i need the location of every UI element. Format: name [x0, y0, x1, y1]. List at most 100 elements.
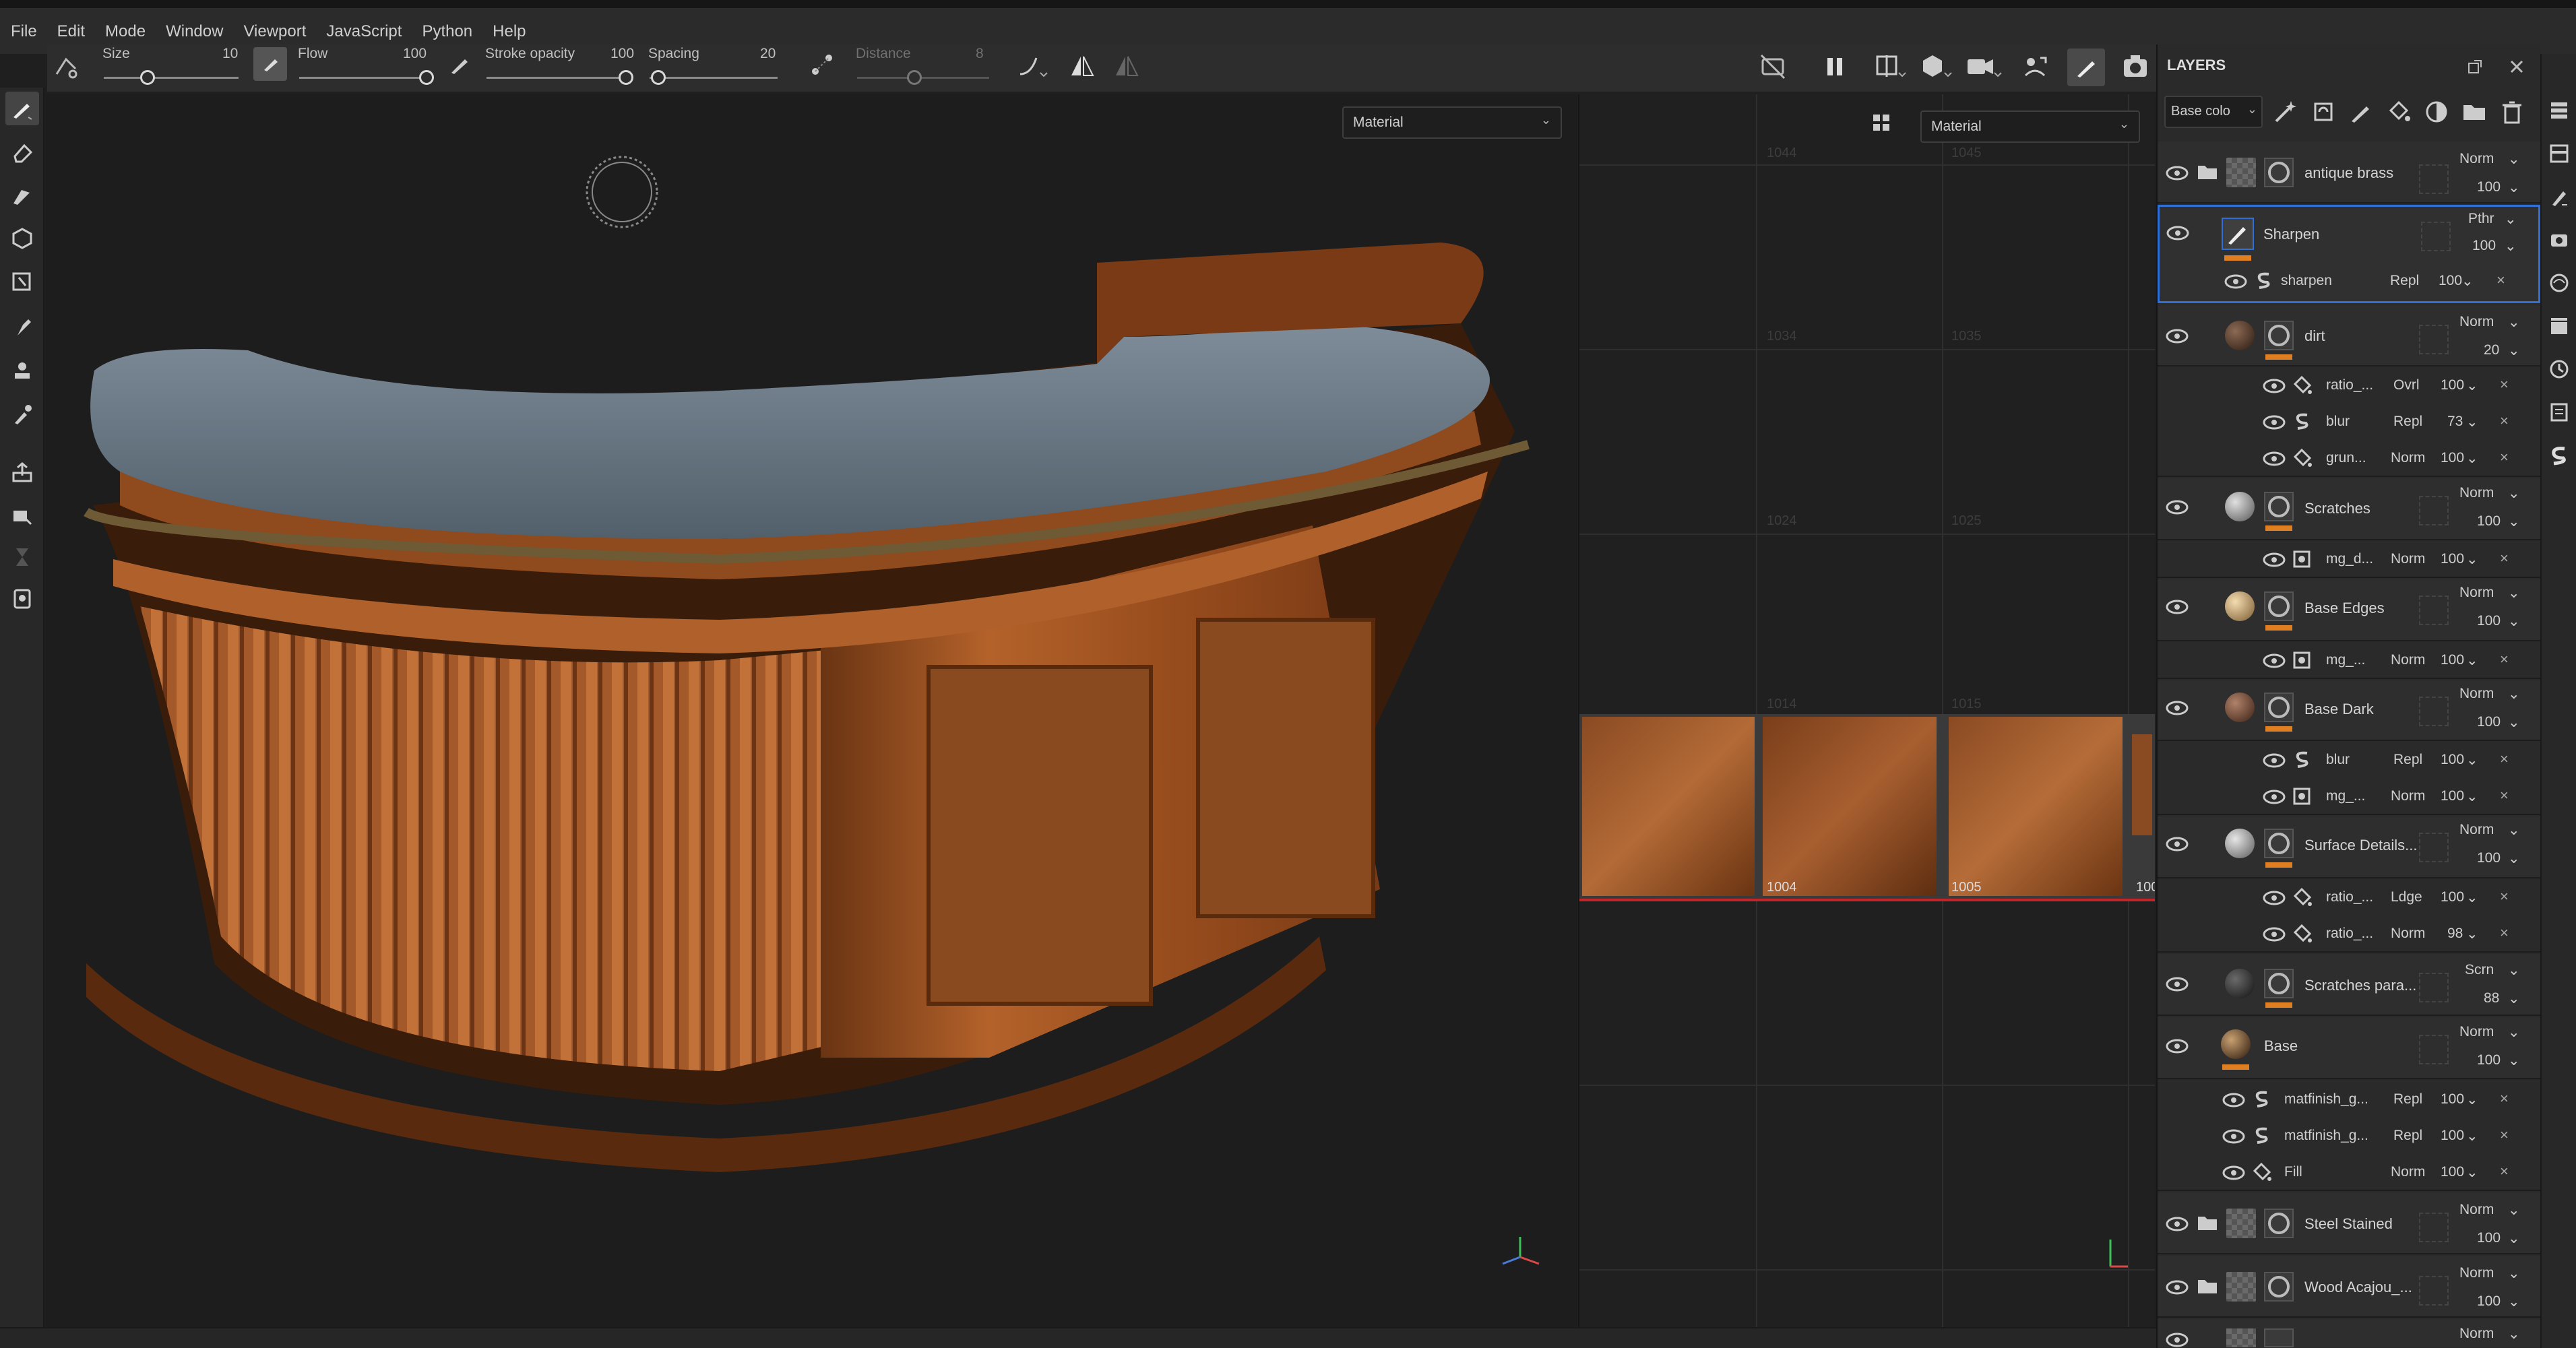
chevron-down-icon[interactable]: ⌄ [2508, 990, 2520, 1007]
blend-mode[interactable]: Norm [2459, 151, 2494, 167]
chevron-down-icon[interactable]: ⌄ [2466, 788, 2478, 805]
flow-pressure-button[interactable] [253, 47, 287, 81]
blend-mode[interactable]: Pthr [2468, 211, 2494, 227]
spacing-value[interactable]: 20 [760, 46, 776, 62]
dock-properties[interactable] [2544, 182, 2574, 212]
effect-name[interactable]: blur [2326, 752, 2350, 768]
effect-opacity[interactable]: 100 [2441, 788, 2464, 804]
menu-viewport[interactable]: Viewport [239, 22, 322, 41]
effect-opacity[interactable]: 100 [2441, 752, 2464, 768]
chevron-down-icon[interactable]: ⌄ [2508, 1326, 2520, 1343]
effect-opacity[interactable]: 100 [2441, 889, 2464, 905]
effect-opacity[interactable]: 100 [2441, 652, 2464, 668]
effect-row[interactable]: mg_d... Norm 100 ⌄ × [2158, 542, 2540, 578]
effect-blend[interactable]: Norm [2391, 926, 2425, 942]
effect-name[interactable]: mg_... [2326, 652, 2365, 668]
layer-name[interactable]: Sharpen [2263, 226, 2319, 243]
blend-mode[interactable]: Norm [2459, 1265, 2494, 1281]
eye-icon[interactable] [2166, 166, 2189, 181]
eye-icon[interactable] [2263, 927, 2286, 942]
remove-effect-icon[interactable]: × [2500, 412, 2509, 430]
delete-layer-icon[interactable] [2499, 98, 2525, 125]
layer-name[interactable]: Steel Stained [2304, 1215, 2393, 1233]
chevron-down-icon[interactable]: ⌄ [2505, 238, 2517, 255]
effect-name[interactable]: matfinish_g... [2284, 1091, 2368, 1108]
viewport-2d-uv[interactable]: 1044 1045 1034 1035 1024 1025 1014 1015 … [1578, 94, 2155, 1327]
effect-row[interactable]: ratio_... Ovrl 100 ⌄ × [2158, 368, 2540, 404]
chevron-down-icon[interactable]: ⌄ [2508, 1202, 2520, 1219]
lighting-rotate-icon[interactable] [2021, 53, 2050, 81]
uv-grid-icon[interactable] [1871, 112, 1897, 139]
eye-icon[interactable] [2166, 1280, 2189, 1295]
layer-name[interactable]: Scratches para... [2304, 977, 2416, 994]
eye-icon[interactable] [2263, 415, 2286, 430]
layer-row[interactable]: Base Norm ⌄ 100 ⌄ [2158, 1017, 2540, 1079]
stroke-opacity-slider-track[interactable] [486, 77, 632, 79]
layer-row[interactable]: Steel Stained Norm ⌄ 100 ⌄ [2158, 1192, 2540, 1254]
paint-mode-button[interactable] [2067, 49, 2105, 86]
layer-opacity[interactable]: 100 [2477, 1230, 2501, 1246]
effect-row[interactable]: ratio_... Ldge 100 ⌄ × [2158, 880, 2540, 916]
eye-icon[interactable] [2222, 1093, 2245, 1108]
effect-name[interactable]: matfinish_g... [2284, 1128, 2368, 1144]
layer-row[interactable]: Wood Acajou_... Norm ⌄ 100 ⌄ [2158, 1256, 2540, 1318]
eye-icon[interactable] [2224, 274, 2247, 289]
effect-name[interactable]: ratio_... [2326, 889, 2373, 905]
eye-icon[interactable] [2166, 701, 2189, 715]
remove-effect-icon[interactable]: × [2500, 376, 2509, 393]
3d-view-cube-icon[interactable] [1919, 53, 1953, 81]
add-mask-icon[interactable] [2423, 98, 2450, 125]
eye-icon[interactable] [2263, 753, 2286, 768]
effect-row[interactable]: mg_... Norm 100 ⌄ × [2158, 643, 2540, 679]
effect-name[interactable]: mg_... [2326, 788, 2365, 804]
flow-slider-knob[interactable] [419, 70, 434, 85]
eye-icon[interactable] [2222, 1129, 2245, 1144]
effect-blend[interactable]: Repl [2393, 752, 2422, 768]
eye-icon[interactable] [2263, 891, 2286, 905]
lazy-mouse-icon[interactable] [809, 51, 836, 78]
layer-row-selected[interactable]: Sharpen Pthr ⌄ 100 ⌄ sharpen Repl 100 ⌄ … [2158, 205, 2540, 303]
flow-value[interactable]: 100 [403, 46, 427, 62]
tool-color-picker[interactable] [5, 397, 39, 431]
viewport-3d[interactable]: Material ⌄ [46, 94, 1577, 1327]
spacing-slider-knob[interactable] [651, 70, 666, 85]
layer-row[interactable]: antique brass Norm ⌄ 100 ⌄ [2158, 141, 2540, 203]
tool-projection[interactable] [5, 178, 39, 212]
viewport-2d-material-select[interactable]: Material ⌄ [1920, 110, 2140, 143]
blend-mode[interactable]: Norm [2459, 585, 2494, 601]
chevron-down-icon[interactable]: ⌄ [2508, 686, 2520, 703]
chevron-down-icon[interactable]: ⌄ [2508, 1265, 2520, 1282]
blend-mode[interactable]: Norm [2459, 314, 2494, 330]
eye-icon[interactable] [2263, 790, 2286, 804]
chevron-down-icon[interactable]: ⌄ [2508, 1293, 2520, 1310]
layer-opacity[interactable]: 100 [2477, 1052, 2501, 1068]
menu-python[interactable]: Python [418, 22, 489, 41]
stroke-opacity-value[interactable]: 100 [610, 46, 634, 62]
remove-effect-icon[interactable]: × [2500, 1090, 2509, 1108]
layer-row[interactable]: dirt Norm ⌄ 20 ⌄ [2158, 304, 2540, 366]
eye-icon[interactable] [2222, 1165, 2245, 1180]
layer-row[interactable]: Scratches para... Scrn ⌄ 88 ⌄ [2158, 954, 2540, 1016]
effect-blend[interactable]: Repl [2393, 1128, 2422, 1144]
layer-name[interactable]: Scratches [2304, 500, 2370, 517]
eye-icon[interactable] [2166, 500, 2189, 515]
stroke-opacity-slider-knob[interactable] [619, 70, 633, 85]
effect-opacity[interactable]: 100 [2441, 1091, 2464, 1108]
layer-opacity[interactable]: 100 [2477, 1293, 2501, 1310]
effect-opacity[interactable]: 100 [2441, 377, 2464, 393]
effect-blend[interactable]: Norm [2391, 551, 2425, 567]
chevron-down-icon[interactable]: ⌄ [2508, 962, 2520, 979]
layer-name[interactable]: Base Dark [2304, 701, 2374, 718]
effect-blend[interactable]: Norm [2391, 788, 2425, 804]
eye-icon[interactable] [2263, 379, 2286, 393]
pause-icon[interactable] [1822, 54, 1848, 79]
layer-row[interactable]: Scratches Norm ⌄ 100 ⌄ [2158, 478, 2540, 540]
chevron-down-icon[interactable]: ⌄ [2466, 377, 2478, 394]
dock-texture-set[interactable] [2544, 139, 2574, 168]
eye-icon[interactable] [2166, 837, 2189, 852]
tool-polygon-fill[interactable] [5, 264, 39, 298]
chevron-down-icon[interactable]: ⌄ [2466, 1091, 2478, 1108]
chevron-down-icon[interactable]: ⌄ [2466, 1128, 2478, 1145]
effect-opacity[interactable]: 100 [2441, 1164, 2464, 1180]
dock-log[interactable] [2544, 397, 2574, 427]
